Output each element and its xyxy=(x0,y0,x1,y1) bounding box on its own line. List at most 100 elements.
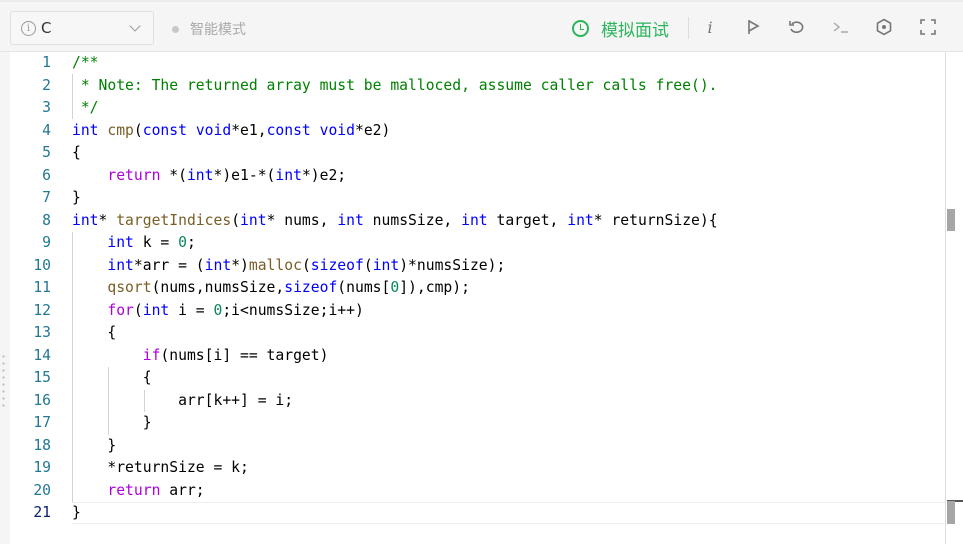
console-icon[interactable] xyxy=(830,16,852,38)
code-line[interactable]: 3 */ xyxy=(0,97,945,120)
code-token: i = xyxy=(169,301,214,319)
info-icon[interactable]: i xyxy=(699,16,721,38)
indent-guide xyxy=(144,390,145,412)
code-token: sizeof xyxy=(310,256,364,274)
code-text: } xyxy=(72,187,81,210)
code-line[interactable]: 8 int* targetIndices(int* nums, int numsS… xyxy=(0,210,945,233)
indent-guide xyxy=(108,367,109,435)
code-token: /** xyxy=(72,54,99,71)
line-number: 17 xyxy=(33,414,51,431)
code-token: int xyxy=(240,211,267,229)
code-text: } xyxy=(72,502,81,525)
code-line[interactable]: 13 { xyxy=(0,322,945,345)
code-token: if xyxy=(142,346,161,364)
reset-icon[interactable] xyxy=(785,16,807,38)
line-number: 4 xyxy=(42,121,51,139)
settings-icon[interactable] xyxy=(873,16,895,38)
code-line[interactable]: 16 arr[k++] = i; xyxy=(0,390,945,413)
line-number: 18 xyxy=(33,436,51,454)
indent-guide xyxy=(72,232,73,502)
code-token: * xyxy=(98,211,117,229)
code-token: sizeof xyxy=(284,279,338,296)
code-token: const xyxy=(142,121,187,139)
info-circle-icon: i xyxy=(21,20,36,36)
code-line[interactable]: 9 int k = 0; xyxy=(0,232,945,255)
code-token: * returnSize){ xyxy=(593,211,718,229)
code-line[interactable]: 6 return *(int*)e1-*(int*)e2; xyxy=(0,165,945,188)
code-line[interactable]: 17 } xyxy=(0,412,945,435)
code-line[interactable]: 18 } xyxy=(0,435,945,458)
code-line[interactable]: 7} xyxy=(0,187,945,210)
alarm-clock-icon xyxy=(572,20,589,37)
line-number: 15 xyxy=(33,369,51,386)
code-token: for xyxy=(107,301,134,319)
code-token: int xyxy=(204,256,232,274)
code-token: *e1, xyxy=(231,121,267,139)
code-token: ( xyxy=(231,211,241,229)
code-token: *)e2; xyxy=(301,166,347,184)
code-line[interactable]: 20 return arr; xyxy=(0,480,945,503)
code-token: int xyxy=(461,211,488,229)
overview-ruler-marker xyxy=(947,501,955,524)
code-line[interactable]: 10 int*arr = (int*)malloc(sizeof(int)*nu… xyxy=(0,255,945,278)
code-token: ( xyxy=(133,301,143,319)
line-number: 19 xyxy=(33,459,51,476)
code-line[interactable]: 11 qsort(nums,numsSize,sizeof(nums[0]),c… xyxy=(0,277,945,300)
language-label: C xyxy=(41,19,52,37)
code-text: int*arr = (int*)malloc(sizeof(int)*numsS… xyxy=(72,255,505,278)
fullscreen-icon[interactable] xyxy=(917,16,939,38)
code-token: return xyxy=(107,166,161,184)
code-token: ;i<numsSize;i++) xyxy=(222,301,364,319)
code-text: int* targetIndices(int* nums, int numsSi… xyxy=(72,210,718,233)
code-token: (nums[ xyxy=(337,279,391,296)
line-number: 13 xyxy=(33,324,51,341)
code-token: } xyxy=(72,414,152,431)
smart-mode-toggle[interactable]: 智能模式 xyxy=(172,19,246,39)
scrollbar-thumb[interactable] xyxy=(947,209,955,231)
code-text: */ xyxy=(72,97,99,120)
code-line[interactable]: 19 *returnSize = k; xyxy=(0,457,945,480)
code-line[interactable]: 2 * Note: The returned array must be mal… xyxy=(0,75,945,98)
status-dot-icon xyxy=(172,25,179,33)
code-line[interactable]: 5{ xyxy=(0,142,945,165)
code-line[interactable]: 1 /** xyxy=(0,52,945,75)
code-text: { xyxy=(72,367,152,390)
mock-interview-button[interactable]: 模拟面试 xyxy=(572,16,669,41)
code-token: */ xyxy=(72,99,99,116)
code-line[interactable]: 12 for(int i = 0;i<numsSize;i++) xyxy=(0,300,945,323)
code-line[interactable]: 4 int cmp(const void*e1,const void*e2) xyxy=(0,120,945,143)
line-number: 6 xyxy=(42,166,51,184)
scrollbar-track xyxy=(945,52,946,544)
code-token: qsort xyxy=(107,279,152,296)
code-line[interactable]: 14 if(nums[i] == target) xyxy=(0,345,945,368)
flag-icon[interactable] xyxy=(742,16,764,38)
line-number: 1 xyxy=(42,54,51,71)
line-number: 10 xyxy=(33,256,51,274)
code-token: *)e1-*( xyxy=(213,166,276,184)
code-line[interactable]: 21} xyxy=(0,502,945,525)
line-number: 16 xyxy=(33,391,51,409)
code-token: k = xyxy=(133,234,179,251)
line-number: 2 xyxy=(42,76,51,94)
code-token: *returnSize = k; xyxy=(72,459,249,476)
code-token: { xyxy=(72,369,152,386)
line-number: 11 xyxy=(33,279,51,296)
code-token: } xyxy=(72,436,117,454)
language-select[interactable]: i C xyxy=(10,11,154,45)
code-token: { xyxy=(72,324,117,341)
code-token: )*numsSize); xyxy=(399,256,506,274)
code-token: ( xyxy=(301,256,311,274)
line-number: 12 xyxy=(33,301,51,319)
code-token: int xyxy=(567,211,594,229)
code-text: * Note: The returned array must be mallo… xyxy=(72,75,718,98)
code-text: { xyxy=(72,322,116,345)
code-line[interactable]: 15 { xyxy=(0,367,945,390)
chevron-down-icon xyxy=(129,20,141,32)
line-number: 14 xyxy=(33,346,51,364)
code-token: *( xyxy=(160,166,187,184)
code-token: target, xyxy=(487,211,568,229)
code-token: ; xyxy=(186,234,196,251)
code-token: int xyxy=(337,211,364,229)
